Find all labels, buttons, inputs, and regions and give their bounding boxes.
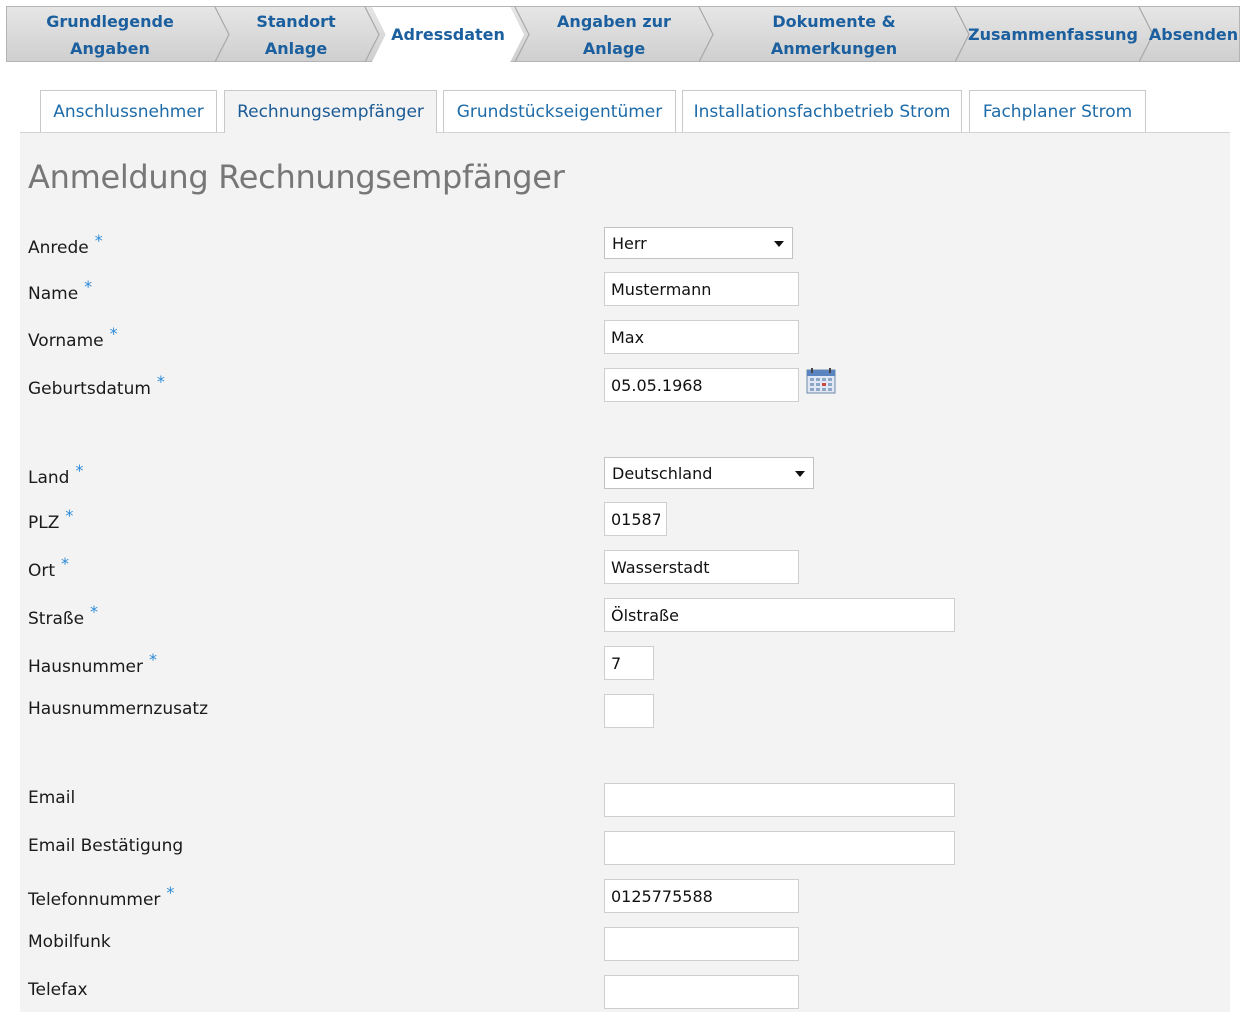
- telefax-label: Telefax: [28, 980, 88, 1000]
- wizard-step-label: Angaben zur: [557, 11, 671, 31]
- email-field[interactable]: [604, 783, 955, 817]
- anrede-select[interactable]: Herr: [604, 227, 793, 259]
- name-label: Name *: [28, 277, 92, 304]
- ort-label: Ort *: [28, 554, 69, 581]
- wizard-step-grundlegende-angaben[interactable]: Grundlegende Angaben: [7, 7, 213, 62]
- email-bestaetigung-label-text: Email Bestätigung: [28, 836, 184, 856]
- tab-rechnungsempfaenger[interactable]: Rechnungsempfänger: [224, 90, 437, 133]
- tab-label: Installationsfachbetrieb Strom: [693, 101, 951, 122]
- wizard-step-label: Anmerkungen: [770, 38, 898, 58]
- hausnummer-label: Hausnummer *: [28, 650, 157, 677]
- required-marker: *: [84, 277, 93, 296]
- tab-grundstueckseigentuemer[interactable]: Grundstückseigentümer: [443, 90, 676, 132]
- plz-input[interactable]: [604, 502, 667, 536]
- chevron-down-icon: [795, 471, 805, 477]
- required-marker: *: [148, 650, 157, 669]
- telefonnummer-label-text: Telefonnummer: [28, 890, 161, 910]
- tab-fachplaner-strom[interactable]: Fachplaner Strom: [969, 90, 1146, 132]
- wizard-step-label: Adressdaten: [391, 25, 505, 44]
- wizard-step-label: Angaben: [70, 38, 150, 58]
- anrede-label-text: Anrede: [28, 238, 89, 258]
- wizard-step-adressdaten[interactable]: Adressdaten: [372, 7, 524, 62]
- telefonnummer-label: Telefonnummer *: [28, 883, 174, 910]
- tab-label: Rechnungsempfänger: [237, 102, 424, 122]
- mobilfunk-input[interactable]: [604, 927, 799, 961]
- wizard-step-label: Anlage: [264, 38, 328, 58]
- required-marker: *: [166, 883, 175, 902]
- hausnummernzusatz-label: Hausnummernzusatz: [28, 699, 208, 719]
- hausnummer-label-text: Hausnummer: [28, 657, 143, 677]
- page-title: Anmeldung Rechnungsempfänger: [28, 158, 565, 196]
- required-marker: *: [109, 324, 118, 343]
- wizard-step-dokumente-anmerkungen[interactable]: Dokumente & Anmerkungen: [715, 7, 953, 62]
- strasse-input[interactable]: [604, 598, 955, 632]
- email-label: Email: [28, 788, 75, 808]
- email-bestaetigung-label: Email Bestätigung: [28, 836, 183, 856]
- wizard-step-label: Zusammenfassung: [968, 25, 1138, 44]
- tab-label: Grundstückseigentümer: [456, 101, 663, 122]
- wizard-step-label: Standort: [256, 11, 336, 31]
- vorname-label: Vorname *: [28, 324, 118, 351]
- name-input[interactable]: [604, 272, 799, 306]
- telefonnummer-input[interactable]: [604, 879, 799, 913]
- required-marker: *: [75, 461, 84, 480]
- land-label: Land *: [28, 461, 83, 488]
- land-select[interactable]: Deutschland: [604, 457, 814, 489]
- ort-label-text: Ort: [28, 561, 56, 581]
- strasse-label: Straße *: [28, 602, 98, 629]
- mobilfunk-label: Mobilfunk: [28, 932, 111, 952]
- wizard-step-label: Absenden: [1148, 25, 1239, 44]
- email-confirmation-field[interactable]: [604, 831, 955, 865]
- hausnummernzusatz-label-text: Hausnummernzusatz: [28, 699, 208, 719]
- mobilfunk-label-text: Mobilfunk: [28, 932, 111, 952]
- required-marker: *: [65, 506, 74, 525]
- vorname-input[interactable]: [604, 320, 799, 354]
- required-marker: *: [94, 231, 103, 250]
- required-marker: *: [90, 602, 99, 621]
- tab-label: Fachplaner Strom: [982, 101, 1133, 122]
- telefax-label-text: Telefax: [28, 980, 88, 1000]
- required-marker: *: [156, 372, 165, 391]
- tab-installationsfachbetrieb-strom[interactable]: Installationsfachbetrieb Strom: [682, 90, 962, 132]
- tab-label: Anschlussnehmer: [53, 101, 204, 122]
- calendar-icon[interactable]: [806, 368, 836, 394]
- plz-label: PLZ *: [28, 506, 73, 533]
- email-label-text: Email: [28, 788, 76, 808]
- name-label-text: Name: [28, 284, 79, 304]
- tab-anschlussnehmer[interactable]: Anschlussnehmer: [40, 90, 217, 132]
- geburtsdatum-label: Geburtsdatum *: [28, 372, 165, 399]
- wizard-step-label: Dokumente &: [772, 11, 896, 31]
- anrede-selected-value: Herr: [612, 234, 647, 253]
- land-label-text: Land: [28, 468, 70, 488]
- plz-label-text: PLZ: [28, 513, 60, 533]
- required-marker: *: [61, 554, 70, 573]
- geburtsdatum-input[interactable]: [604, 368, 799, 402]
- wizard-step-bar: Grundlegende Angaben Standort Anlage Adres…: [6, 6, 1240, 62]
- wizard-step-zusammenfassung[interactable]: Zusammenfassung: [965, 7, 1141, 62]
- ort-input[interactable]: [604, 550, 799, 584]
- chevron-down-icon: [774, 241, 784, 247]
- wizard-step-label: Grundlegende: [46, 11, 174, 31]
- wizard-step-angaben-zur-anlage[interactable]: Angaben zur Anlage: [531, 7, 697, 62]
- land-selected-value: Deutschland: [612, 464, 713, 483]
- geburtsdatum-label-text: Geburtsdatum: [28, 379, 151, 399]
- wizard-step-standort-anlage[interactable]: Standort Anlage: [229, 7, 363, 62]
- wizard-step-label: Anlage: [582, 38, 646, 58]
- vorname-label-text: Vorname: [28, 331, 104, 351]
- strasse-label-text: Straße: [28, 609, 85, 629]
- wizard-step-absenden[interactable]: Absenden: [1147, 7, 1240, 62]
- anrede-label: Anrede *: [28, 231, 103, 258]
- hausnummernzusatz-input[interactable]: [604, 694, 654, 728]
- hausnummer-input[interactable]: [604, 646, 654, 680]
- telefax-input[interactable]: [604, 975, 799, 1009]
